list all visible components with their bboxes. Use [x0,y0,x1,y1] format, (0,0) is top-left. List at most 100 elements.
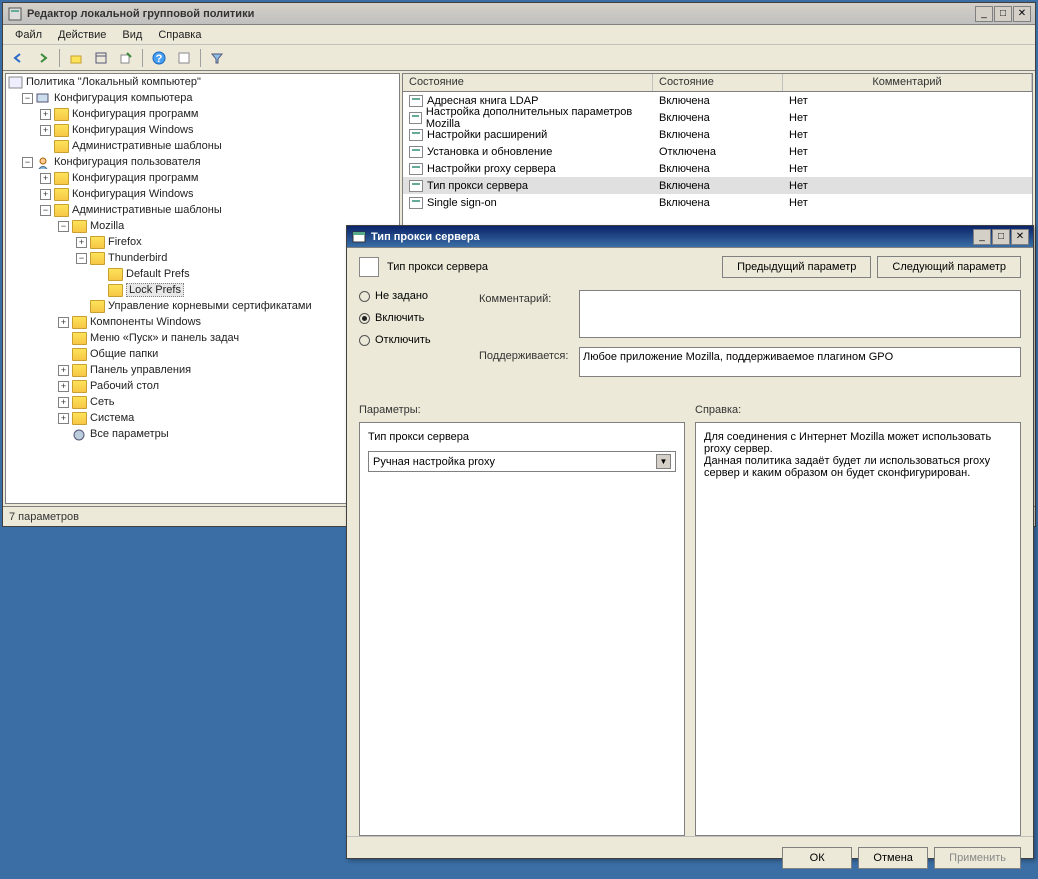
tree-item[interactable]: Административные шаблоны [72,204,222,216]
svg-text:?: ? [156,53,163,65]
list-row[interactable]: Настройки расширенийВключенаНет [403,126,1032,143]
tree-defprefs[interactable]: Default Prefs [126,268,190,280]
expand-icon[interactable]: + [58,365,69,376]
app-icon [7,6,23,22]
radio-icon [359,291,370,302]
menu-help[interactable]: Справка [150,27,209,43]
tree-compconf[interactable]: Конфигурация компьютера [54,92,192,104]
cancel-button[interactable]: Отмена [858,847,928,869]
radio-disabled[interactable]: Отключить [359,334,479,346]
comment-input[interactable] [579,290,1021,338]
folder-icon [108,284,123,297]
properties-icon[interactable] [173,47,195,69]
computer-icon [36,92,51,105]
expand-icon[interactable]: + [40,173,51,184]
up-icon[interactable] [65,47,87,69]
list-row[interactable]: Тип прокси сервераВключенаНет [403,177,1032,194]
folder-icon [54,124,69,137]
expand-icon[interactable]: + [40,125,51,136]
ok-button[interactable]: ОК [782,847,852,869]
radio-notconfigured[interactable]: Не задано [359,290,479,302]
next-setting-button[interactable]: Следующий параметр [877,256,1021,278]
dialog-maximize-button[interactable]: □ [992,229,1010,245]
close-button[interactable]: ✕ [1013,6,1031,22]
col-comment[interactable]: Комментарий [783,74,1032,91]
tree-firefox[interactable]: Firefox [108,236,142,248]
dialog-footer: ОК Отмена Применить [347,836,1033,879]
menu-action[interactable]: Действие [50,27,114,43]
expand-icon[interactable]: + [58,397,69,408]
row-comment: Нет [789,129,808,141]
list-row[interactable]: Настройка дополнительных параметров Mozi… [403,109,1032,126]
expand-icon[interactable]: − [22,157,33,168]
expand-icon[interactable]: + [76,237,87,248]
prev-setting-button[interactable]: Предыдущий параметр [722,256,871,278]
tree-item[interactable]: Панель управления [90,364,191,376]
expand-icon[interactable]: + [58,413,69,424]
expand-icon[interactable]: + [58,381,69,392]
filter-icon[interactable] [206,47,228,69]
expand-icon[interactable]: − [58,221,69,232]
expand-icon[interactable]: − [76,253,87,264]
row-name: Настройки proxy сервера [427,163,556,175]
menu-view[interactable]: Вид [114,27,150,43]
menu-file[interactable]: Файл [7,27,50,43]
tree-mozilla[interactable]: Mozilla [90,220,124,232]
export-icon[interactable] [115,47,137,69]
list-row[interactable]: Установка и обновлениеОтключенаНет [403,143,1032,160]
tree-item[interactable]: Сеть [90,396,114,408]
expand-icon[interactable]: + [40,109,51,120]
folder-icon [72,396,87,409]
tree-userconf[interactable]: Конфигурация пользователя [54,156,201,168]
tree-root[interactable]: Политика "Локальный компьютер" [26,76,201,88]
dialog-close-button[interactable]: ✕ [1011,229,1029,245]
setting-icon [409,146,423,158]
tree-rootcert[interactable]: Управление корневыми сертификатами [108,300,312,312]
tree-item[interactable]: Компоненты Windows [90,316,201,328]
tree-pane[interactable]: Политика "Локальный компьютер" − Конфигур… [5,73,400,504]
list-row[interactable]: Single sign-onВключенаНет [403,194,1032,211]
main-titlebar: Редактор локальной групповой политики _ … [3,3,1035,25]
tree-item[interactable]: Конфигурация Windows [72,124,194,136]
apply-button[interactable]: Применить [934,847,1021,869]
maximize-button[interactable]: □ [994,6,1012,22]
tree-item[interactable]: Конфигурация программ [72,108,198,120]
expand-icon[interactable]: + [40,189,51,200]
tree-item[interactable]: Административные шаблоны [72,140,222,152]
row-comment: Нет [789,163,808,175]
row-state: Включена [659,95,710,107]
back-icon[interactable] [7,47,29,69]
row-state: Включена [659,163,710,175]
expand-icon[interactable]: − [40,205,51,216]
col-state[interactable]: Состояние [653,74,783,91]
tree-lockprefs[interactable]: Lock Prefs [126,283,184,297]
tree-item[interactable]: Конфигурация Windows [72,188,194,200]
expand-icon[interactable]: + [58,317,69,328]
user-icon [36,156,51,169]
param-name: Тип прокси сервера [368,431,676,443]
tree-item[interactable]: Рабочий стол [90,380,159,392]
col-name[interactable]: Состояние [403,74,653,91]
dialog-icon [351,229,367,245]
tree-thunderbird[interactable]: Thunderbird [108,252,167,264]
tree-item[interactable]: Все параметры [90,428,169,440]
list-row[interactable]: Настройки proxy сервера Включена Нет [403,160,1032,177]
tree-item[interactable]: Меню «Пуск» и панель задач [90,332,239,344]
minimize-button[interactable]: _ [975,6,993,22]
tree-item[interactable]: Система [90,412,134,424]
setting-icon [359,257,379,277]
forward-icon[interactable] [32,47,54,69]
radio-enabled[interactable]: Включить [359,312,479,324]
expand-icon[interactable]: − [22,93,33,104]
folder-icon [54,172,69,185]
help-icon[interactable]: ? [148,47,170,69]
row-comment: Нет [789,197,808,209]
folder-icon [72,348,87,361]
dialog-heading: Тип прокси сервера [387,261,488,273]
radio-icon [359,313,370,324]
list-icon[interactable] [90,47,112,69]
tree-item[interactable]: Конфигурация программ [72,172,198,184]
tree-item[interactable]: Общие папки [90,348,158,360]
dialog-minimize-button[interactable]: _ [973,229,991,245]
proxy-type-select[interactable]: Ручная настройка proxy ▼ [368,451,676,472]
